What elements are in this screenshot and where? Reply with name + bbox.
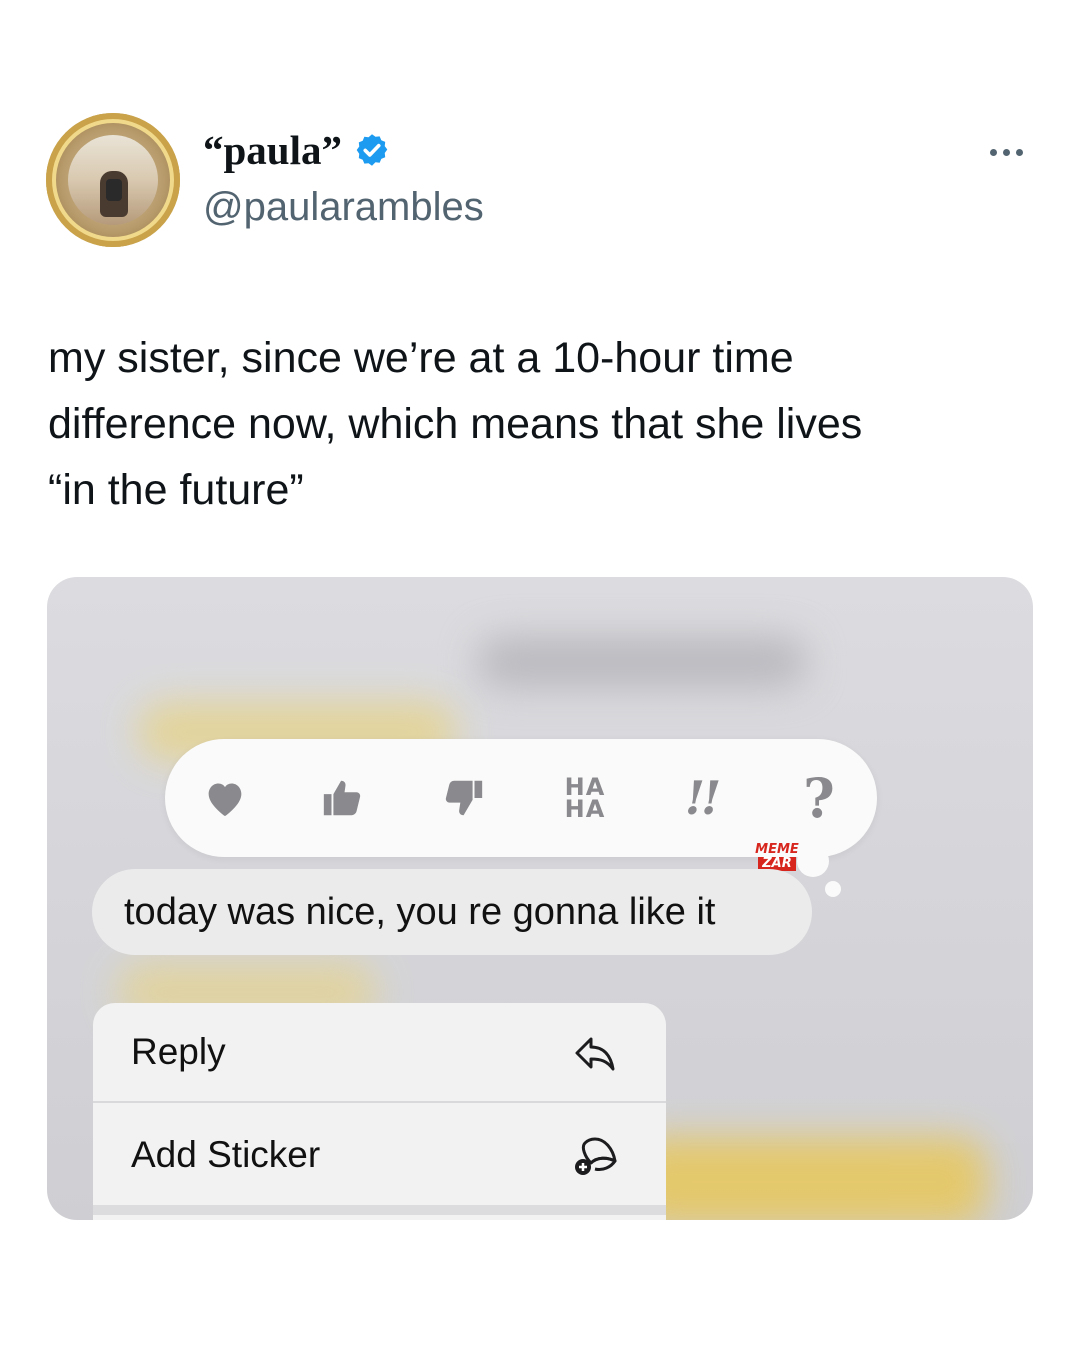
reply-icon	[575, 1037, 615, 1071]
haha-reaction[interactable]: HA HA	[555, 739, 615, 857]
more-dot	[990, 148, 997, 156]
tweet-media-image[interactable]: HA HA !! ? MEME ZAR today was nice, you r…	[47, 577, 1033, 1220]
author-name-row: “paula”	[203, 126, 390, 174]
add-sticker-icon	[575, 1137, 617, 1175]
haha-label: HA	[564, 795, 606, 823]
heart-icon[interactable]	[195, 739, 255, 857]
menu-item-label: Reply	[131, 1031, 226, 1072]
tapback-bar: HA HA !! ?	[165, 739, 877, 857]
avatar[interactable]	[46, 113, 180, 247]
message-bubble[interactable]: today was nice, you re gonna like it	[92, 869, 812, 955]
author-handle[interactable]: @paularambles	[203, 184, 484, 230]
tweet-text-line: difference now, which means that she liv…	[48, 400, 863, 448]
menu-divider	[93, 1205, 666, 1215]
emphasize-label: !!	[684, 771, 721, 825]
more-dot	[1016, 148, 1023, 156]
thumbs-up-icon[interactable]	[313, 739, 373, 857]
emphasize-reaction[interactable]: !!	[671, 739, 731, 857]
question-label: ?	[803, 766, 835, 830]
menu-item-reply[interactable]: Reply	[93, 1003, 666, 1103]
question-reaction[interactable]: ?	[789, 739, 849, 857]
context-menu: Reply Add Sticker	[93, 1003, 666, 1220]
avatar-photo-phone	[106, 179, 122, 201]
menu-item-add-sticker[interactable]: Add Sticker	[93, 1105, 666, 1205]
blurred-message	[477, 637, 807, 687]
tapback-tail	[825, 881, 841, 897]
more-dot	[1003, 148, 1010, 156]
verified-badge-icon[interactable]	[354, 132, 390, 168]
more-options-icon[interactable]	[990, 140, 1030, 164]
tweet-text-line: “in the future”	[48, 466, 304, 514]
blurred-keyboard-emoji	[627, 1137, 987, 1220]
display-name[interactable]: “paula”	[203, 126, 342, 174]
menu-item-label: Add Sticker	[131, 1134, 321, 1175]
thumbs-down-icon[interactable]	[433, 739, 493, 857]
watermark-text: MEME	[755, 842, 799, 857]
watermark-logo: MEME ZAR	[747, 843, 807, 871]
message-text: today was nice, you re gonna like it	[124, 890, 716, 933]
tweet-text: my sister, since we’re at a 10-hour time…	[48, 325, 1048, 523]
tweet-text-line: my sister, since we’re at a 10-hour time	[48, 334, 794, 382]
